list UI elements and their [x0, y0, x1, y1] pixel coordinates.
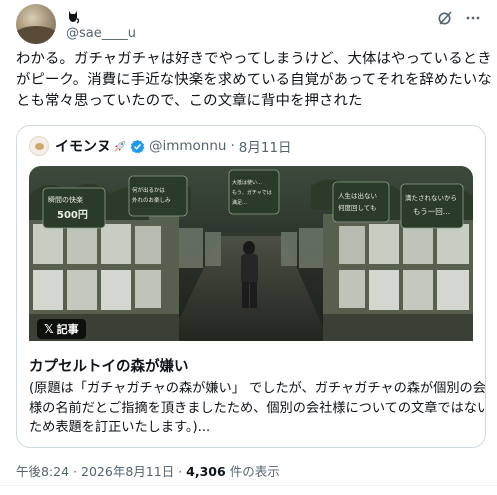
post-date[interactable]: 2026年8月11日	[81, 464, 174, 479]
grok-icon[interactable]	[437, 10, 453, 26]
article-title[interactable]: カプセルトイの森が嫌い	[29, 355, 189, 376]
author-handle[interactable]: @sae____u	[66, 26, 136, 41]
article-excerpt-line: 様の名前だとご指摘を頂きましたため、個別の会社様についての文章ではない	[29, 400, 486, 416]
x-logo-icon: 𝕏	[44, 322, 54, 336]
sign-text: 500円	[57, 209, 88, 221]
quoted-post-header: イモンヌ @immonnu · 8月11日	[29, 136, 292, 156]
tweet-text-line: わかる。ガチャガチャは好きでやってしまうけど、大体はやっているとき	[16, 51, 492, 67]
sign-text: 人生は出ない	[338, 191, 377, 200]
separator-dot: ·	[230, 138, 235, 154]
post-time[interactable]: 午後8:24	[16, 464, 69, 479]
sign-text: もう一回…	[413, 207, 450, 216]
sign-text: 満たされないから	[405, 194, 457, 202]
tweet-text: わかる。ガチャガチャは好きでやってしまうけど、大体はやっているとき がピーク。消…	[16, 49, 492, 112]
tweet-metadata: 午後8:24 · 2026年8月11日 · 4,306 件の表示	[16, 461, 280, 480]
quoted-display-name[interactable]: イモンヌ	[55, 136, 111, 156]
tweet-text-line: がピーク。消費に手近な快楽を求めている自覚があってそれを辞めたいな	[16, 72, 492, 88]
gacha-aisle-photo: 瞬間の快楽 500円 何が出るかは 外れのお楽しみ 大抵は使い… もう、ガチャで…	[29, 166, 473, 341]
article-badge: 𝕏 記事	[37, 319, 86, 339]
article-badge-label: 記事	[56, 323, 79, 336]
sign-text: 何度回しても	[338, 203, 376, 212]
sign-text: もう、ガチャでは	[232, 189, 272, 196]
quoted-date[interactable]: 8月11日	[239, 136, 292, 156]
article-excerpt-line: (原題は「ガチャガチャの森が嫌い」 でしたが、ガチャガチャの森が個別の会社	[29, 381, 486, 396]
sign-text: 瞬間の快楽	[48, 195, 83, 204]
author-name-row[interactable]	[66, 8, 80, 26]
quoted-handle[interactable]: @immonnu	[149, 138, 226, 154]
quoted-avatar[interactable]	[29, 136, 49, 156]
sign-text: 大抵は使い…	[232, 179, 262, 186]
cat-icon	[69, 11, 80, 24]
sign-text: 外れのお楽しみ	[132, 196, 171, 204]
sign-text: 何が出るかは	[132, 186, 165, 194]
quoted-post[interactable]: イモンヌ @immonnu · 8月11日 瞬間の快楽 500円 何が出るかは …	[16, 125, 486, 448]
verified-badge-icon	[130, 139, 145, 153]
view-count-label: 件の表示	[229, 464, 280, 479]
rocket-icon	[114, 140, 126, 152]
article-excerpt: (原題は「ガチャガチャの森が嫌い」 でしたが、ガチャガチャの森が個別の会社 様の…	[29, 379, 486, 438]
divider	[0, 485, 497, 486]
more-icon[interactable]	[465, 10, 481, 26]
tweet-text-line: とも常々思っていたので、この文章に背中を押された	[16, 93, 363, 109]
sign-text: 満足…	[232, 199, 247, 206]
separator-dot: ·	[73, 464, 78, 479]
tweet-header: @sae____u	[16, 4, 481, 44]
separator-dot: ·	[178, 464, 183, 479]
avatar[interactable]	[16, 4, 56, 44]
article-excerpt-line: ため表題を訂正いたします。)...	[29, 420, 211, 435]
view-count: 4,306	[186, 464, 226, 479]
